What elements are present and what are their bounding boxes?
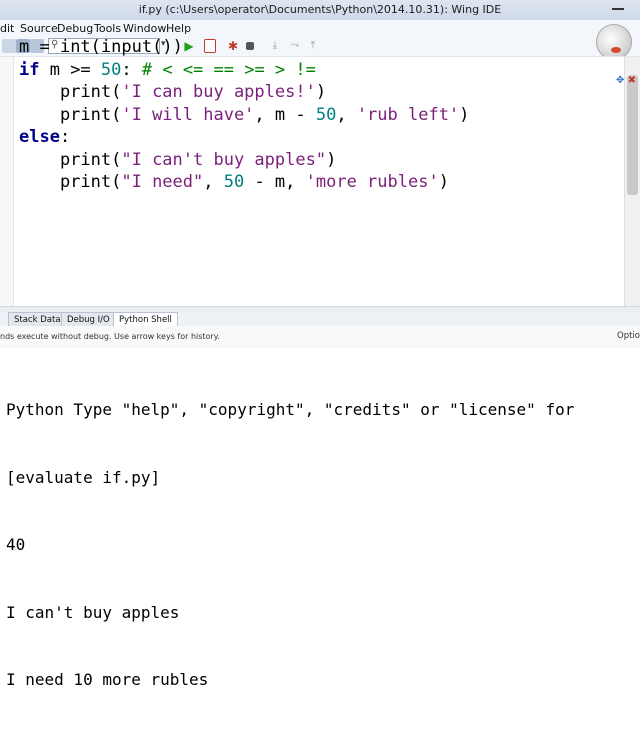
editor-gutter xyxy=(0,57,14,307)
editor-scrollbar[interactable] xyxy=(624,57,640,307)
code-token: 'more rubles' xyxy=(305,172,439,192)
code-token: ) xyxy=(315,82,327,102)
code-token: m = xyxy=(19,37,60,57)
code-token: - m, xyxy=(244,172,306,192)
code-line: print('I will have', m - 50, 'rub left') xyxy=(19,104,469,127)
wing-mascot-icon xyxy=(596,24,632,60)
code-token: 'rub left' xyxy=(356,104,460,125)
code-token: : xyxy=(59,127,71,147)
code-line: print("I need", 50 - m, 'more rubles') xyxy=(19,171,469,194)
code-token: # < <= == >= > != xyxy=(141,59,316,80)
menu-help[interactable]: Help xyxy=(166,22,191,35)
code-line: m = int(input()) xyxy=(19,36,469,59)
code-token: , xyxy=(203,172,224,192)
tab-debug-io[interactable]: Debug I/O xyxy=(61,312,116,327)
new-file-icon[interactable] xyxy=(2,39,16,53)
code-token: 'I can buy apples!' xyxy=(121,82,316,102)
code-token: 'I will have' xyxy=(121,104,255,125)
code-token: , m - xyxy=(254,104,316,125)
window-titlebar: if.py (c:\Users\operator\Documents\Pytho… xyxy=(0,0,640,21)
tab-python-shell[interactable]: Python Shell xyxy=(113,312,178,327)
code-token: print( xyxy=(19,172,122,192)
shell-line: I need 10 more rubles xyxy=(6,670,209,689)
code-token: "I can't buy apples" xyxy=(121,149,327,170)
shell-line: [evaluate if.py] xyxy=(6,467,161,487)
bottom-tabs: Stack Data Debug I/O Python Shell xyxy=(0,312,640,327)
minimize-button[interactable] xyxy=(612,8,624,10)
menubar: dit Source Debug Tools Window Help xyxy=(0,20,640,36)
code-token: else xyxy=(19,127,60,147)
code-token: 50 xyxy=(315,104,337,125)
editor-scroll-thumb[interactable] xyxy=(627,75,638,195)
code-token: ) xyxy=(438,172,449,192)
shell-line: I can't buy apples xyxy=(6,602,180,622)
menu-tools[interactable]: Tools xyxy=(94,22,121,35)
code-token: ) xyxy=(326,149,337,170)
code-token: ( xyxy=(90,37,101,57)
code-line: print("I can't buy apples") xyxy=(19,149,469,172)
code-token: 50 xyxy=(100,59,122,80)
code-token: ()) xyxy=(152,37,183,57)
code-token: print( xyxy=(19,149,122,170)
python-shell[interactable]: Python Type "help", "copyright", "credit… xyxy=(0,348,640,689)
shell-hint: nds execute without debug. Use arrow key… xyxy=(0,332,220,341)
window-title: if.py (c:\Users\operator\Documents\Pytho… xyxy=(138,3,502,16)
code-token: print( xyxy=(19,82,122,102)
shell-hint-bar: nds execute without debug. Use arrow key… xyxy=(0,326,640,349)
editor-options-icon[interactable]: ✥ ✖ xyxy=(616,75,636,86)
shell-line: 40 xyxy=(6,535,26,554)
code-token: : xyxy=(121,59,142,80)
code-token: , xyxy=(336,104,357,125)
code-line: else: xyxy=(19,126,469,149)
code-token: print( xyxy=(19,104,122,125)
menu-debug[interactable]: Debug xyxy=(57,22,93,35)
shell-line: Python Type "help", "copyright", "credit… xyxy=(6,400,575,419)
code-token: ) xyxy=(459,104,470,125)
code-editor-text[interactable]: m = int(input()) if m >= 50: # < <= == >=… xyxy=(19,36,469,194)
code-token: m >= xyxy=(39,59,101,80)
menu-window[interactable]: Window xyxy=(123,22,166,35)
code-line: if m >= 50: # < <= == >= > != xyxy=(19,59,469,82)
shell-output: Python Type "help", "copyright", "credit… xyxy=(6,354,574,737)
code-token: input xyxy=(100,37,153,57)
menu-edit[interactable]: dit xyxy=(0,22,14,35)
code-token: if xyxy=(19,59,40,80)
code-line: print('I can buy apples!') xyxy=(19,81,469,104)
tab-stack-data[interactable]: Stack Data xyxy=(8,312,67,327)
code-token: 50 xyxy=(223,172,245,192)
shell-options-button[interactable]: Optio xyxy=(617,331,640,341)
code-token: int xyxy=(59,37,91,57)
code-token: "I need" xyxy=(121,172,204,192)
menu-source[interactable]: Source xyxy=(20,22,58,35)
